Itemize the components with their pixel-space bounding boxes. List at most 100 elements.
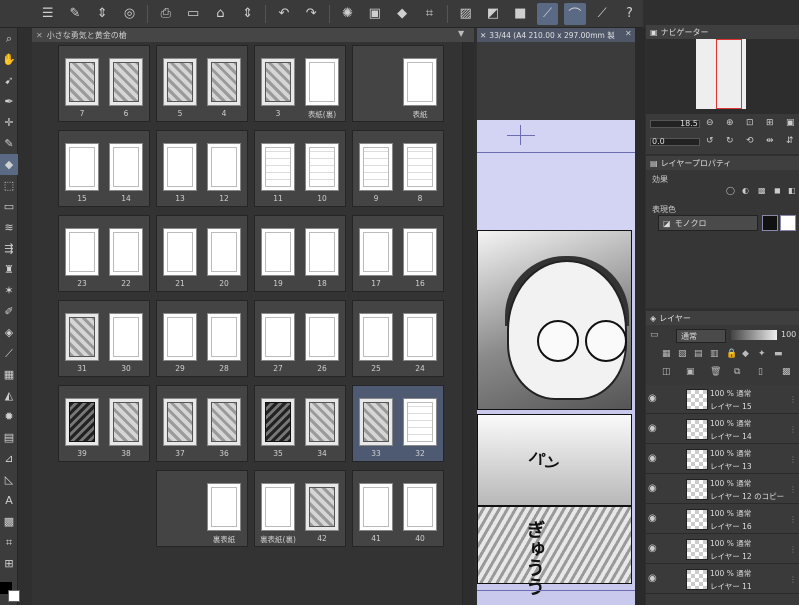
text-icon[interactable]: A <box>0 490 18 511</box>
navigator-tab[interactable]: ▣ ナビゲーター <box>646 25 713 39</box>
new-raster-icon[interactable]: ▦ <box>662 349 671 359</box>
page-spread[interactable]: 3 表紙(裏) <box>254 45 346 122</box>
new-icon[interactable]: ✎ <box>64 3 85 25</box>
ref-icon[interactable]: ◆ <box>742 349 749 359</box>
layer-row[interactable]: ◉ 100 % 通常 レイヤー 15 ⋮ <box>646 385 799 414</box>
page-manager-tab[interactable]: ✕ 小さな勇気と黄金の槍 <box>32 28 474 42</box>
page-spread[interactable]: 76 <box>58 45 150 122</box>
clip-icon[interactable]: ▥ <box>710 349 719 359</box>
eyedropper-icon[interactable]: ✒ <box>0 91 18 112</box>
shape-icon[interactable]: ◺ <box>0 469 18 490</box>
page-spread[interactable]: 37 36 <box>156 385 248 462</box>
duplicate-icon[interactable]: ▯ <box>758 367 763 377</box>
page-thumbnail[interactable] <box>207 483 241 531</box>
page-thumbnail[interactable] <box>207 398 241 446</box>
page-thumbnail[interactable] <box>261 143 295 191</box>
page-thumbnail[interactable] <box>403 398 437 446</box>
frame-icon[interactable]: ▭ <box>0 196 18 217</box>
page-spread[interactable]: 39 38 <box>58 385 150 462</box>
navigator-preview[interactable] <box>646 39 799 114</box>
page-thumbnail[interactable] <box>305 313 339 361</box>
navigator-viewport[interactable] <box>716 39 742 109</box>
open-icon[interactable]: ▭ <box>182 3 203 25</box>
layer-drag-handle[interactable]: ⋮ <box>789 425 797 434</box>
effect-color-icon[interactable]: ◼ <box>774 186 781 195</box>
page-spread[interactable]: 29 28 <box>156 300 248 377</box>
color-icon[interactable]: ▬ <box>774 349 783 359</box>
blend-mode-select[interactable]: 通常 <box>676 329 726 343</box>
page-thumbnail[interactable] <box>305 143 339 191</box>
effect-tone-icon[interactable]: ◐ <box>742 186 749 195</box>
rotate-left-icon[interactable]: ↺ <box>706 136 714 146</box>
page-thumbnail[interactable] <box>65 143 99 191</box>
page-spread[interactable]: 19 18 <box>254 215 346 292</box>
menu-icon[interactable]: ☰ <box>37 3 58 25</box>
copy-icon[interactable]: ⧉ <box>734 367 740 377</box>
new-folder-icon[interactable]: ▤ <box>694 349 703 359</box>
merge-icon[interactable]: ▣ <box>686 367 695 377</box>
opacity-slider[interactable] <box>731 330 777 340</box>
page-thumbnail[interactable] <box>207 58 241 106</box>
page-spread[interactable]: 33 32 <box>352 385 444 462</box>
close-icon[interactable]: ✕ <box>36 31 43 40</box>
layer-row[interactable]: ◉ 100 % 通常 レイヤー 13 ⋮ <box>646 445 799 474</box>
page-thumbnail[interactable] <box>403 143 437 191</box>
save-icon[interactable]: ◎ <box>119 3 140 25</box>
lasso-icon[interactable]: ≋ <box>0 217 18 238</box>
page-thumbnail[interactable] <box>207 228 241 276</box>
pen-snap-icon[interactable]: ⟋ <box>536 2 559 25</box>
brush-icon[interactable]: ⇶ <box>0 238 18 259</box>
mask-icon[interactable]: ◫ <box>662 367 671 377</box>
layer-type-icon[interactable]: ▭ <box>650 330 659 340</box>
blend-icon[interactable]: ◭ <box>0 385 18 406</box>
zoom-icon[interactable]: ⌕ <box>0 28 18 49</box>
clear-icon[interactable]: ▣ <box>364 3 385 25</box>
fill-icon[interactable]: ◆ <box>391 3 412 25</box>
snap-icon[interactable]: ■ <box>510 3 531 25</box>
page-thumbnail[interactable] <box>65 313 99 361</box>
page-spread[interactable]: 31 30 <box>58 300 150 377</box>
page-thumbnail[interactable] <box>163 228 197 276</box>
eye-icon[interactable]: ◉ <box>648 423 657 434</box>
page-spread[interactable]: 27 26 <box>254 300 346 377</box>
page-thumbnail[interactable] <box>359 228 393 276</box>
cake-icon[interactable]: ♜ <box>0 259 18 280</box>
object-icon[interactable]: ➹ <box>0 70 18 91</box>
page-spread[interactable]: 54 <box>156 45 248 122</box>
eye-icon[interactable]: ◉ <box>648 453 657 464</box>
burst-icon[interactable]: ✹ <box>0 406 18 427</box>
layer-row[interactable]: ◉ 100 % 通常 レイヤー 11 ⋮ <box>646 565 799 594</box>
page-thumbnail[interactable] <box>109 398 143 446</box>
lock-icon[interactable]: 🔒 <box>726 349 737 359</box>
canvas-tab[interactable]: ✕ 33/44 (A4 210.00 x 297.00mm 製 <box>477 28 635 42</box>
ruler-tool-icon[interactable]: ⟋ <box>0 343 18 364</box>
white-swatch[interactable] <box>780 215 796 231</box>
grid-icon[interactable]: ⊞ <box>0 553 18 574</box>
redo-icon[interactable]: ↷ <box>301 3 322 25</box>
page-thumbnail[interactable] <box>163 143 197 191</box>
page-thumbnail[interactable] <box>261 398 295 446</box>
page-thumbnail[interactable] <box>305 483 339 531</box>
layer-property-tab[interactable]: ▤ レイヤープロパティ <box>646 156 799 170</box>
page-thumbnail[interactable] <box>305 228 339 276</box>
layer-drag-handle[interactable]: ⋮ <box>789 575 797 584</box>
page-thumbnail[interactable] <box>109 143 143 191</box>
help-icon[interactable]: ? <box>619 3 640 25</box>
page-spread[interactable]: 25 24 <box>352 300 444 377</box>
fill-screen-icon[interactable]: ▣ <box>786 118 795 128</box>
page-thumbnail[interactable] <box>163 313 197 361</box>
page-thumbnail[interactable] <box>403 483 437 531</box>
eye-icon[interactable]: ◉ <box>648 483 657 494</box>
sparkle-icon[interactable]: ✶ <box>0 280 18 301</box>
page-thumbnail[interactable] <box>359 313 393 361</box>
pattern-icon[interactable]: ▦ <box>0 364 18 385</box>
page-spread[interactable]: 98 <box>352 130 444 207</box>
flip-vertical-icon[interactable]: ⇵ <box>786 136 794 146</box>
stepper-icon[interactable]: ⇕ <box>237 3 258 25</box>
vector-icon[interactable]: ⟋ <box>592 3 613 25</box>
export-icon[interactable]: ⎙ <box>155 3 176 25</box>
effect-pattern-icon[interactable]: ▩ <box>758 186 766 195</box>
stepper-icon[interactable]: ⇕ <box>92 3 113 25</box>
page-thumbnail[interactable] <box>403 313 437 361</box>
layer-drag-handle[interactable]: ⋮ <box>789 515 797 524</box>
